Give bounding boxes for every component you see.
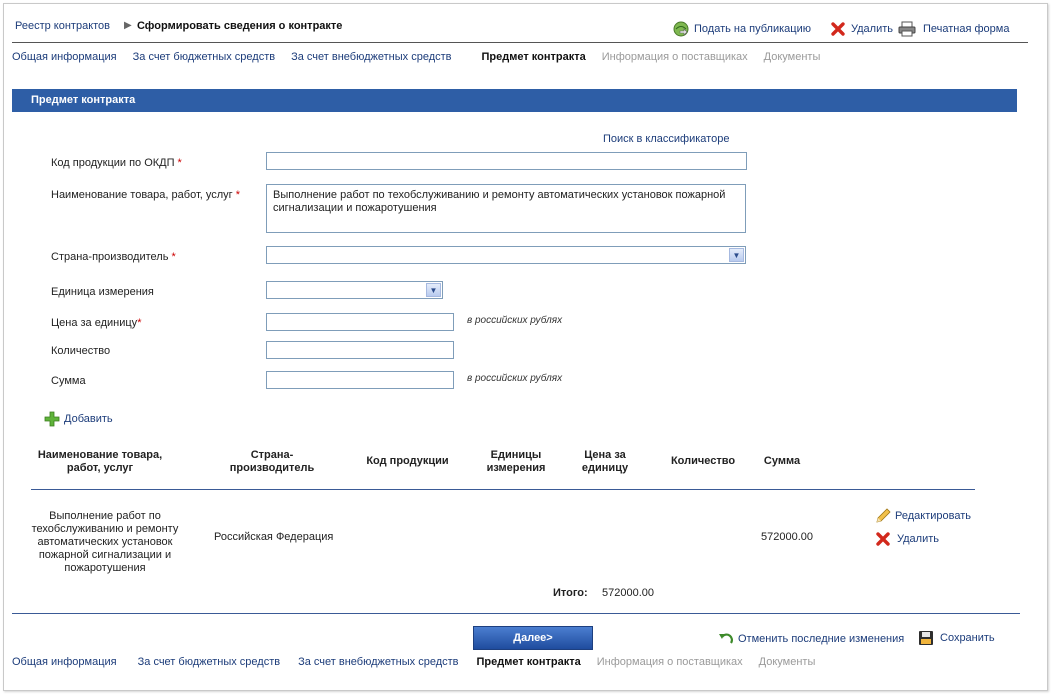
classifier-search-link[interactable]: Поиск в классификаторе <box>603 133 729 145</box>
publish-label: Подать на публикацию <box>694 23 811 35</box>
quantity-label: Количество <box>51 345 111 357</box>
tab-contract-subject-bottom[interactable]: Предмет контракта <box>477 656 581 668</box>
okdp-code-input[interactable] <box>266 152 747 170</box>
tab-general-info[interactable]: Общая информация <box>12 51 117 63</box>
country-label: Страна-производитель * <box>51 251 176 263</box>
sum-currency-hint: в российских рублях <box>467 373 563 384</box>
table-header-divider <box>31 489 975 490</box>
footer-divider <box>12 613 1020 614</box>
tabs-bottom: Общая информация За счет бюджетных средс… <box>12 656 831 668</box>
delete-row-button[interactable]: Удалить <box>875 531 939 547</box>
edit-row-label: Редактировать <box>895 510 971 522</box>
page-title: Сформировать сведения о контракте <box>137 20 343 32</box>
row-sum: 572000.00 <box>761 531 813 543</box>
tab-offbudget-funds[interactable]: За счет внебюджетных средств <box>291 51 451 63</box>
tab-budget-funds-bottom[interactable]: За счет бюджетных средств <box>138 656 280 668</box>
tab-budget-funds[interactable]: За счет бюджетных средств <box>133 51 275 63</box>
okdp-label: Код продукции по ОКДП * <box>51 157 182 169</box>
col-header-country: Страна-производитель <box>229 449 315 474</box>
total-label: Итого: <box>553 587 588 599</box>
price-input[interactable] <box>266 313 454 331</box>
tab-offbudget-funds-bottom[interactable]: За счет внебюджетных средств <box>298 656 458 668</box>
pencil-icon <box>875 508 891 524</box>
row-country: Российская Федерация <box>214 531 334 543</box>
publish-button[interactable]: Подать на публикацию <box>673 21 811 37</box>
print-form-label: Печатная форма <box>923 23 1010 35</box>
row-product-name: Выполнение работ по техобслуживанию и ре… <box>31 510 179 574</box>
chevron-down-icon[interactable]: ▼ <box>729 248 744 262</box>
header-divider <box>12 42 1028 43</box>
edit-row-button[interactable]: Редактировать <box>875 508 971 524</box>
delete-contract-label: Удалить <box>851 23 893 35</box>
sum-input[interactable] <box>266 371 454 389</box>
tabs-top: Общая информация За счет бюджетных средс… <box>12 51 836 63</box>
plus-icon <box>44 411 60 427</box>
col-header-code: Код продукции <box>366 455 449 467</box>
unit-label: Единица измерения <box>51 286 154 298</box>
col-header-name: Наименование товара, работ, услуг <box>37 449 163 474</box>
floppy-disk-icon <box>918 630 934 646</box>
sum-label: Сумма <box>51 375 86 387</box>
revert-changes-button[interactable]: Отменить последние изменения <box>718 631 904 647</box>
tab-contract-subject[interactable]: Предмет контракта <box>482 51 586 63</box>
tab-supplier-info-bottom: Информация о поставщиках <box>596 656 743 668</box>
delete-row-label: Удалить <box>897 533 939 545</box>
tab-supplier-info: Информация о поставщиках <box>601 51 748 63</box>
globe-arrow-icon <box>673 21 689 37</box>
col-header-sum: Сумма <box>763 455 801 467</box>
tab-documents-bottom: Документы <box>758 656 816 668</box>
save-button[interactable]: Сохранить <box>918 630 995 646</box>
add-item-button[interactable]: Добавить <box>44 411 113 427</box>
add-item-label: Добавить <box>64 413 113 425</box>
price-label: Цена за единицу* <box>51 317 142 329</box>
revert-changes-label: Отменить последние изменения <box>738 633 905 645</box>
price-currency-hint: в российских рублях <box>467 315 563 326</box>
breadcrumb-contract-registry[interactable]: Реестр контрактов <box>15 20 110 32</box>
undo-arrow-icon <box>718 631 734 647</box>
delete-contract-button[interactable]: Удалить <box>830 21 893 37</box>
red-cross-icon <box>875 531 891 547</box>
unit-select[interactable]: ▼ <box>266 281 443 299</box>
total-value: 572000.00 <box>602 587 654 599</box>
product-name-textarea[interactable]: Выполнение работ по техобслуживанию и ре… <box>266 184 746 233</box>
save-label: Сохранить <box>940 632 995 644</box>
col-header-unit: Единицы измерения <box>486 449 546 474</box>
breadcrumb-separator-icon: ▶ <box>124 20 132 31</box>
next-button[interactable]: Далее> <box>473 626 593 650</box>
country-select[interactable]: ▼ <box>266 246 746 264</box>
red-cross-icon <box>830 21 846 37</box>
col-header-quantity: Количество <box>670 455 736 467</box>
product-name-label: Наименование товара, работ, услуг * <box>51 189 240 201</box>
tab-documents: Документы <box>763 51 821 63</box>
print-form-button[interactable]: Печатная форма <box>898 21 1009 37</box>
col-header-price: Цена за единицу <box>581 449 629 474</box>
printer-icon <box>898 21 916 37</box>
section-header: Предмет контракта <box>12 89 1017 112</box>
chevron-down-icon[interactable]: ▼ <box>426 283 441 297</box>
tab-general-info-bottom[interactable]: Общая информация <box>12 656 117 668</box>
quantity-input[interactable] <box>266 341 454 359</box>
